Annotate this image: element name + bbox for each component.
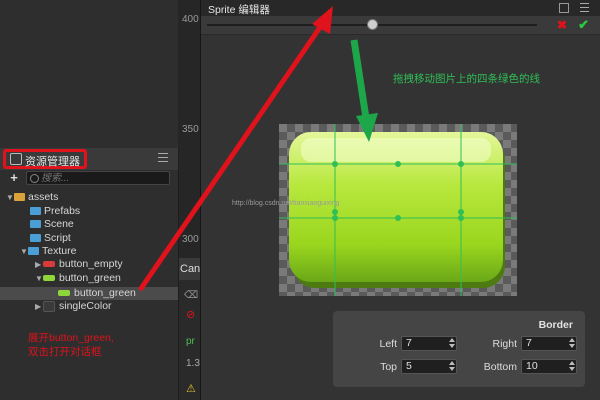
- border-top-stepper[interactable]: [448, 359, 456, 374]
- red-arrow-line: [137, 18, 328, 292]
- border-bottom-stepper[interactable]: [568, 359, 576, 374]
- border-left-stepper[interactable]: [448, 336, 456, 351]
- green-arrow-line: [350, 39, 370, 119]
- left-label: Left: [379, 338, 397, 350]
- watermark: http://blog.csdn.net/tianxiaoguixing: [232, 200, 340, 207]
- right-label: Right: [492, 338, 517, 350]
- border-title: Border: [538, 319, 573, 331]
- green-arrow-head: [356, 113, 378, 142]
- border-right-stepper[interactable]: [568, 336, 576, 351]
- border-panel: Border Left Right Top Bottom: [333, 311, 585, 387]
- annotation-green-hint: 拖拽移动图片上的四条绿色的线: [393, 73, 540, 85]
- red-arrow-head: [312, 6, 333, 34]
- top-label: Top: [380, 361, 397, 373]
- bottom-label: Bottom: [483, 361, 517, 373]
